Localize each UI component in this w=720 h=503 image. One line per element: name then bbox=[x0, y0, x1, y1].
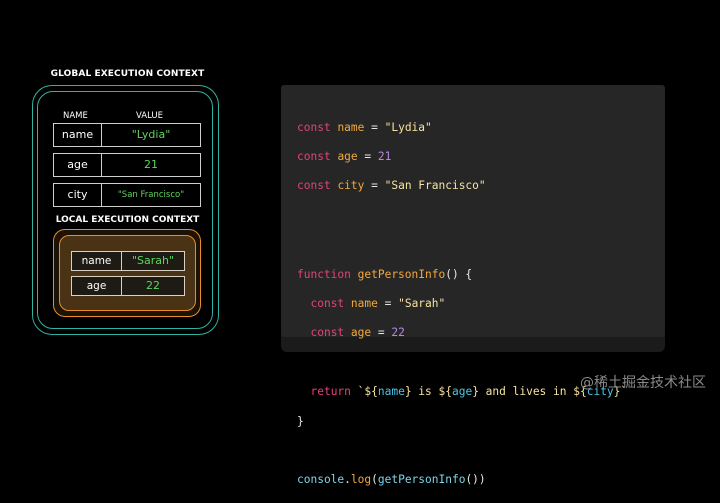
code-line: function getPersonInfo() { bbox=[297, 267, 473, 281]
var-value: "Sarah" bbox=[131, 254, 175, 267]
code-line: } bbox=[297, 414, 304, 428]
var-name: name bbox=[72, 252, 122, 270]
global-var-row: city "San Francisco" bbox=[53, 183, 201, 207]
code-line: const name = "Lydia" bbox=[297, 120, 432, 134]
code-line: const age = 22 bbox=[310, 326, 405, 340]
local-var-row: age 22 bbox=[71, 276, 185, 296]
local-context-inner-border bbox=[59, 235, 196, 311]
global-var-row: age 21 bbox=[53, 153, 201, 177]
var-value: 22 bbox=[146, 279, 160, 292]
var-value: "Lydia" bbox=[131, 128, 171, 141]
value-column-header: VALUE bbox=[136, 111, 163, 121]
code-line: const age = 21 bbox=[297, 150, 392, 164]
code-line: const city = "San Francisco" bbox=[297, 179, 486, 193]
var-name: city bbox=[54, 184, 102, 206]
var-value: 21 bbox=[144, 158, 158, 171]
watermark: @稀土掘金技术社区 bbox=[580, 375, 706, 391]
code-block: const name = "Lydia" const age = 21 cons… bbox=[297, 106, 627, 503]
global-var-row: name "Lydia" bbox=[53, 123, 201, 147]
var-name: age bbox=[54, 154, 102, 176]
local-var-row: name "Sarah" bbox=[71, 251, 185, 271]
var-value: "San Francisco" bbox=[117, 190, 185, 200]
code-line: return `${name} is ${age} and lives in $… bbox=[310, 385, 628, 399]
code-line: const name = "Sarah" bbox=[310, 297, 446, 311]
global-context-title: GLOBAL EXECUTION CONTEXT bbox=[50, 69, 205, 79]
var-name: age bbox=[72, 277, 122, 295]
var-name: name bbox=[54, 124, 102, 146]
local-context-title: LOCAL EXECUTION CONTEXT bbox=[55, 215, 200, 225]
code-line: console.log(getPersonInfo()) bbox=[297, 473, 486, 487]
name-column-header: NAME bbox=[63, 111, 88, 121]
